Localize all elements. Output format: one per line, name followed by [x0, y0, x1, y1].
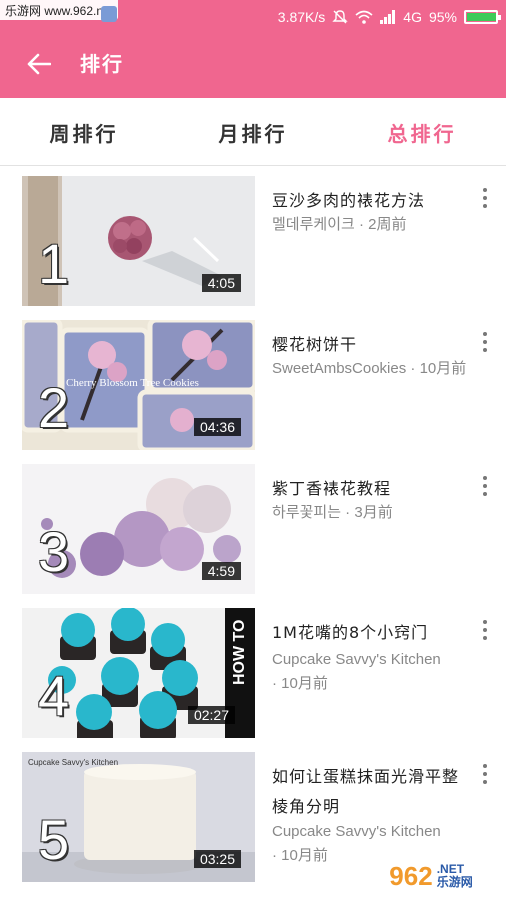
video-thumbnail[interactable]: 3 4:59 [22, 464, 255, 594]
signal-icon [380, 10, 396, 24]
battery-icon [464, 10, 501, 24]
video-list-item[interactable]: 1 4:05 豆沙多肉的裱花方法 멜데루케이크 · 2周前 [0, 176, 506, 316]
video-duration: 4:59 [201, 562, 241, 580]
video-duration: 03:25 [193, 850, 241, 868]
video-list-item[interactable]: 3 4:59 紫丁香裱花教程 하루꽃피는 · 3月前 [0, 464, 506, 604]
rank-number: 3 [38, 520, 70, 583]
video-title[interactable]: 紫丁香裱花教程 [272, 474, 460, 504]
video-thumbnail[interactable]: HOW TO 4 02:27 [22, 608, 255, 738]
more-options-icon[interactable] [480, 764, 490, 784]
video-thumbnail[interactable]: 1 4:05 [22, 176, 255, 306]
channel-name: 하루꽃피는 [272, 504, 342, 521]
video-list-item[interactable]: HOW TO 4 02:27 1M花嘴的8个小窍门 Cupcake Savvy'… [0, 608, 506, 748]
rank-number: 2 [38, 376, 70, 439]
status-bar: 乐游网 www.962.net 3.87K/s 4G 95% [0, 0, 506, 34]
status-right: 3.87K/s 4G 95% [277, 6, 501, 28]
more-options-icon[interactable] [480, 620, 490, 640]
video-thumbnail[interactable]: Cupcake Savvy's Kitchen 5 03:25 [22, 752, 255, 882]
video-title[interactable]: 豆沙多肉的裱花方法 [272, 186, 460, 216]
upload-time: 10月前 [281, 675, 328, 692]
upload-time: 3月前 [354, 504, 393, 521]
video-title[interactable]: 1M花嘴的8个小窍门 [272, 618, 460, 648]
rank-number: 5 [38, 808, 70, 871]
network-speed: 3.87K/s [277, 9, 326, 25]
app-notification-icon [101, 6, 117, 22]
video-title[interactable]: 樱花树饼干 [272, 330, 460, 360]
tab-weekly[interactable]: 周排行 [0, 98, 168, 166]
video-duration: 4:05 [201, 274, 241, 292]
watermark-logo: 962 [389, 860, 433, 891]
upload-time: 2周前 [368, 216, 407, 233]
video-duration: 02:27 [187, 706, 235, 724]
video-meta: Cupcake Savvy's Kitchen · 10月前 [272, 651, 441, 692]
more-options-icon[interactable] [480, 476, 490, 496]
upload-time: 10月前 [281, 847, 328, 864]
video-title[interactable]: 如何让蛋糕抹面光滑平整棱角分明 [272, 762, 460, 822]
channel-name: Cupcake Savvy's Kitchen [272, 651, 441, 668]
video-meta: SweetAmbsCookies · 10月前 [272, 360, 467, 377]
channel-name: Cupcake Savvy's Kitchen [272, 823, 441, 840]
upload-time: 10月前 [419, 360, 467, 377]
more-options-icon[interactable] [480, 188, 490, 208]
thumbnail-caption: Cupcake Savvy's Kitchen [28, 758, 119, 767]
video-duration: 04:36 [193, 418, 241, 436]
tab-bar: 周排行 月排行 总排行 [0, 98, 506, 166]
back-arrow-icon[interactable] [22, 47, 56, 81]
more-options-icon[interactable] [480, 332, 490, 352]
channel-name: SweetAmbsCookies [272, 360, 407, 377]
video-thumbnail[interactable]: Cherry Blossom Tree Cookies 2 04:36 [22, 320, 255, 450]
wifi-icon [355, 10, 373, 24]
page-title: 排行 [80, 52, 124, 76]
mute-icon [332, 9, 348, 25]
channel-name: 멜데루케이크 [272, 216, 355, 233]
rank-number: 1 [38, 232, 70, 295]
video-list-item[interactable]: Cherry Blossom Tree Cookies 2 04:36 樱花树饼… [0, 320, 506, 460]
tab-monthly[interactable]: 月排行 [169, 98, 337, 166]
tab-all-time[interactable]: 总排行 [338, 98, 506, 166]
thumbnail-caption: HOW TO [231, 619, 248, 685]
video-meta: 멜데루케이크 · 2周前 [272, 216, 407, 233]
app-header: 乐游网 www.962.net 3.87K/s 4G 95% 排行 [0, 0, 506, 98]
network-type: 4G [403, 9, 422, 25]
watermark-sub: 乐游网 [436, 875, 473, 889]
rank-number: 4 [38, 664, 70, 727]
thumbnail-caption: Cherry Blossom Tree Cookies [66, 377, 199, 389]
site-watermark: 962 .NET 乐游网 [362, 858, 500, 894]
video-meta: 하루꽃피는 · 3月前 [272, 504, 393, 521]
battery-percent: 95% [428, 9, 457, 25]
